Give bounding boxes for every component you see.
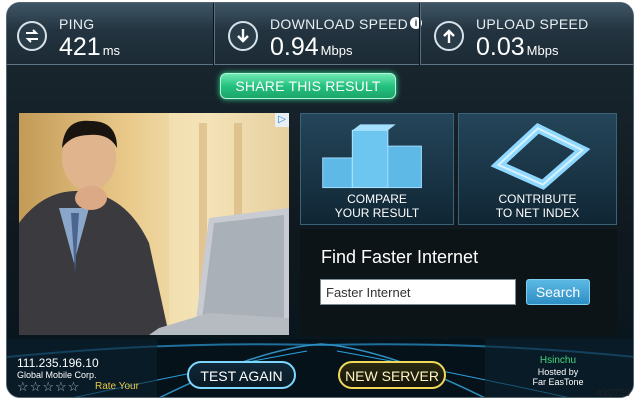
download-value: 0.94 Mbps bbox=[270, 33, 352, 62]
star-icon[interactable]: ☆ bbox=[55, 380, 67, 394]
bar-chart-icon bbox=[322, 124, 422, 189]
upload-label: UPLOAD SPEED bbox=[476, 16, 589, 32]
compare-result-tile[interactable]: COMPARE YOUR RESULT bbox=[300, 113, 454, 225]
contribute-label-2: TO NET INDEX bbox=[495, 206, 580, 220]
ping-arrows-icon bbox=[17, 21, 47, 51]
ip-address: 111.235.196.10 bbox=[17, 356, 99, 370]
contribute-tile[interactable]: CONTRIBUTE TO NET INDEX bbox=[458, 113, 617, 225]
isp-info: 111.235.196.10 Global Mobile Corp. bbox=[17, 356, 99, 381]
search-input[interactable] bbox=[320, 279, 516, 305]
new-server-button[interactable]: NEW SERVER bbox=[338, 361, 446, 389]
results-bar: PING 421 ms DOWNLOAD SPEED i 0.94 Mbps UPL… bbox=[7, 3, 633, 65]
upload-value: 0.03 Mbps bbox=[476, 33, 558, 62]
download-number: 0.94 bbox=[270, 33, 319, 61]
download-arrow-icon bbox=[228, 21, 258, 51]
find-faster-internet: Find Faster Internet Search bbox=[300, 229, 617, 335]
upload-stat: UPLOAD SPEED 0.03 Mbps bbox=[419, 3, 633, 65]
ping-number: 421 bbox=[59, 33, 101, 61]
ping-unit: ms bbox=[102, 43, 121, 58]
ping-stat: PING 421 ms bbox=[7, 3, 211, 65]
download-stat: DOWNLOAD SPEED i 0.94 Mbps bbox=[213, 3, 422, 65]
adchoices-icon[interactable]: ▷ bbox=[275, 113, 289, 127]
download-unit: Mbps bbox=[320, 43, 353, 58]
star-icon[interactable]: ☆ bbox=[42, 380, 54, 394]
upload-arrow-icon bbox=[434, 21, 464, 51]
ad-image bbox=[19, 113, 289, 335]
net-index-icon bbox=[490, 123, 591, 190]
share-result-button[interactable]: SHARE THIS RESULT bbox=[220, 73, 396, 99]
rating-stars[interactable]: ☆ ☆ ☆ ☆ ☆ bbox=[17, 380, 79, 394]
host-name: Far EasTone bbox=[532, 377, 584, 387]
speedtest-panel: PING 421 ms DOWNLOAD SPEED i 0.94 Mbps UPL… bbox=[6, 2, 634, 398]
ping-value: 421 ms bbox=[59, 33, 120, 62]
ping-label: PING bbox=[59, 16, 95, 32]
compare-label-2: YOUR RESULT bbox=[334, 206, 420, 220]
find-title: Find Faster Internet bbox=[321, 247, 479, 267]
hosted-by-label: Hosted by bbox=[537, 367, 579, 377]
contribute-label-1: CONTRIBUTE bbox=[498, 192, 577, 206]
test-again-button[interactable]: TEST AGAIN bbox=[187, 361, 296, 389]
server-info: Hsinchu Hosted by Far EasTone bbox=[513, 355, 603, 387]
star-icon[interactable]: ☆ bbox=[30, 380, 42, 394]
compare-label-1: COMPARE bbox=[347, 192, 407, 206]
upload-number: 0.03 bbox=[476, 33, 525, 61]
search-button[interactable]: Search bbox=[526, 279, 590, 305]
download-label: DOWNLOAD SPEED bbox=[270, 16, 408, 32]
watermark-label: #20759 bbox=[597, 388, 631, 399]
rate-label: Rate Your bbox=[95, 381, 139, 392]
upload-unit: Mbps bbox=[526, 43, 559, 58]
star-icon[interactable]: ☆ bbox=[17, 380, 29, 394]
server-city: Hsinchu bbox=[539, 355, 577, 366]
star-icon[interactable]: ☆ bbox=[68, 380, 80, 394]
advertisement[interactable]: ▷ bbox=[19, 113, 289, 335]
